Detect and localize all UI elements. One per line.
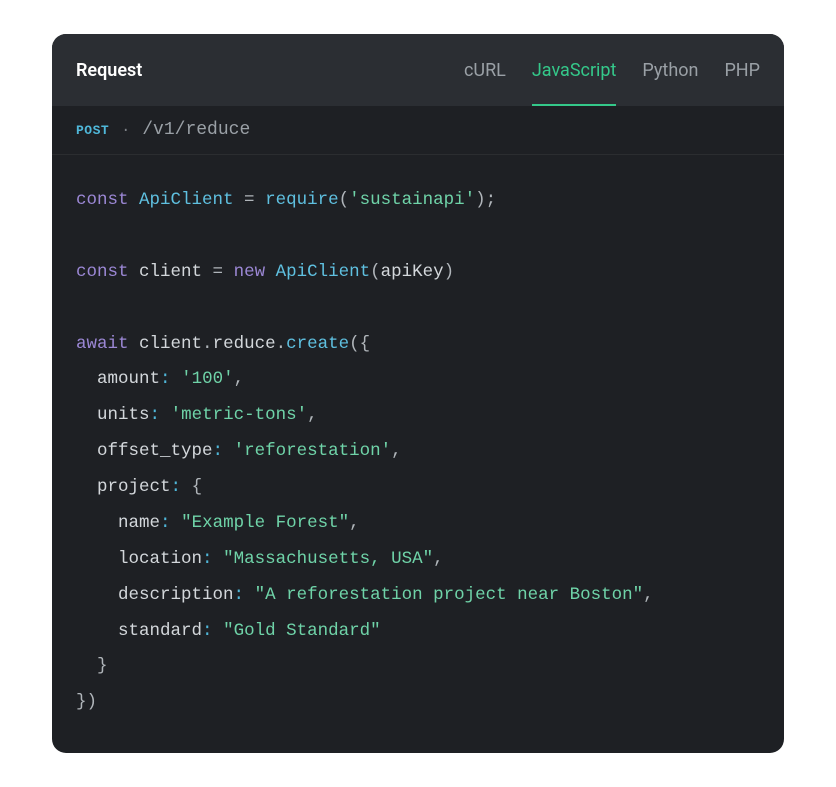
endpoint-path: /v1/reduce xyxy=(142,120,250,140)
identifier-client: client xyxy=(139,334,202,354)
comma: , xyxy=(433,549,444,569)
tab-python[interactable]: Python xyxy=(642,34,698,106)
key-project: project xyxy=(97,477,171,497)
brace-open: { xyxy=(192,477,203,497)
identifier-client: client xyxy=(139,262,202,282)
request-line: POST · /v1/reduce xyxy=(52,106,784,155)
comma: , xyxy=(307,405,318,425)
dot: . xyxy=(276,334,287,354)
comma: , xyxy=(349,513,360,533)
string-description: "A reforestation project near Boston" xyxy=(255,585,644,605)
colon: : xyxy=(171,477,182,497)
colon: : xyxy=(202,621,213,641)
code-block[interactable]: const ApiClient = require('sustainapi');… xyxy=(52,155,784,753)
key-description: description xyxy=(118,585,234,605)
tab-curl[interactable]: cURL xyxy=(464,34,506,106)
string-name: "Example Forest" xyxy=(181,513,349,533)
method-create: create xyxy=(286,334,349,354)
paren-open: ( xyxy=(349,334,360,354)
string-units: 'metric-tons' xyxy=(171,405,308,425)
panel-header: Request cURL JavaScript Python PHP xyxy=(52,34,784,106)
string-amount: '100' xyxy=(181,369,234,389)
string-location: "Massachusetts, USA" xyxy=(223,549,433,569)
keyword-await: await xyxy=(76,334,129,354)
tab-javascript[interactable]: JavaScript xyxy=(532,34,617,106)
comma: , xyxy=(234,369,245,389)
colon: : xyxy=(150,405,161,425)
key-location: location xyxy=(118,549,202,569)
key-offset-type: offset_type xyxy=(97,441,213,461)
key-units: units xyxy=(97,405,150,425)
paren-close: ) xyxy=(444,262,455,282)
identifier-apiclient: ApiClient xyxy=(139,190,234,210)
tab-php[interactable]: PHP xyxy=(724,34,760,106)
panel-title: Request xyxy=(76,60,142,81)
comma: , xyxy=(391,441,402,461)
keyword-const: const xyxy=(76,190,129,210)
colon: : xyxy=(202,549,213,569)
key-standard: standard xyxy=(118,621,202,641)
string-offset: 'reforestation' xyxy=(234,441,392,461)
keyword-new: new xyxy=(234,262,266,282)
colon: : xyxy=(234,585,245,605)
semicolon: ; xyxy=(486,190,497,210)
fn-require: require xyxy=(265,190,339,210)
paren-open: ( xyxy=(339,190,350,210)
identifier-apiclient: ApiClient xyxy=(276,262,371,282)
identifier-apikey: apiKey xyxy=(381,262,444,282)
separator-dot: · xyxy=(121,122,130,139)
comma: , xyxy=(643,585,654,605)
operator-eq: = xyxy=(234,190,266,210)
string-module: 'sustainapi' xyxy=(349,190,475,210)
request-panel: Request cURL JavaScript Python PHP POST … xyxy=(52,34,784,753)
colon: : xyxy=(213,441,224,461)
prop-reduce: reduce xyxy=(213,334,276,354)
colon: : xyxy=(160,369,171,389)
paren-close: ) xyxy=(87,692,98,712)
colon: : xyxy=(160,513,171,533)
paren-open: ( xyxy=(370,262,381,282)
http-method: POST xyxy=(76,123,109,138)
brace-close: } xyxy=(97,656,108,676)
operator-eq: = xyxy=(202,262,234,282)
brace-open: { xyxy=(360,334,371,354)
language-tabs: cURL JavaScript Python PHP xyxy=(464,34,760,106)
brace-close: } xyxy=(76,692,87,712)
key-amount: amount xyxy=(97,369,160,389)
string-standard: "Gold Standard" xyxy=(223,621,381,641)
dot: . xyxy=(202,334,213,354)
paren-close: ) xyxy=(475,190,486,210)
key-name: name xyxy=(118,513,160,533)
keyword-const: const xyxy=(76,262,129,282)
